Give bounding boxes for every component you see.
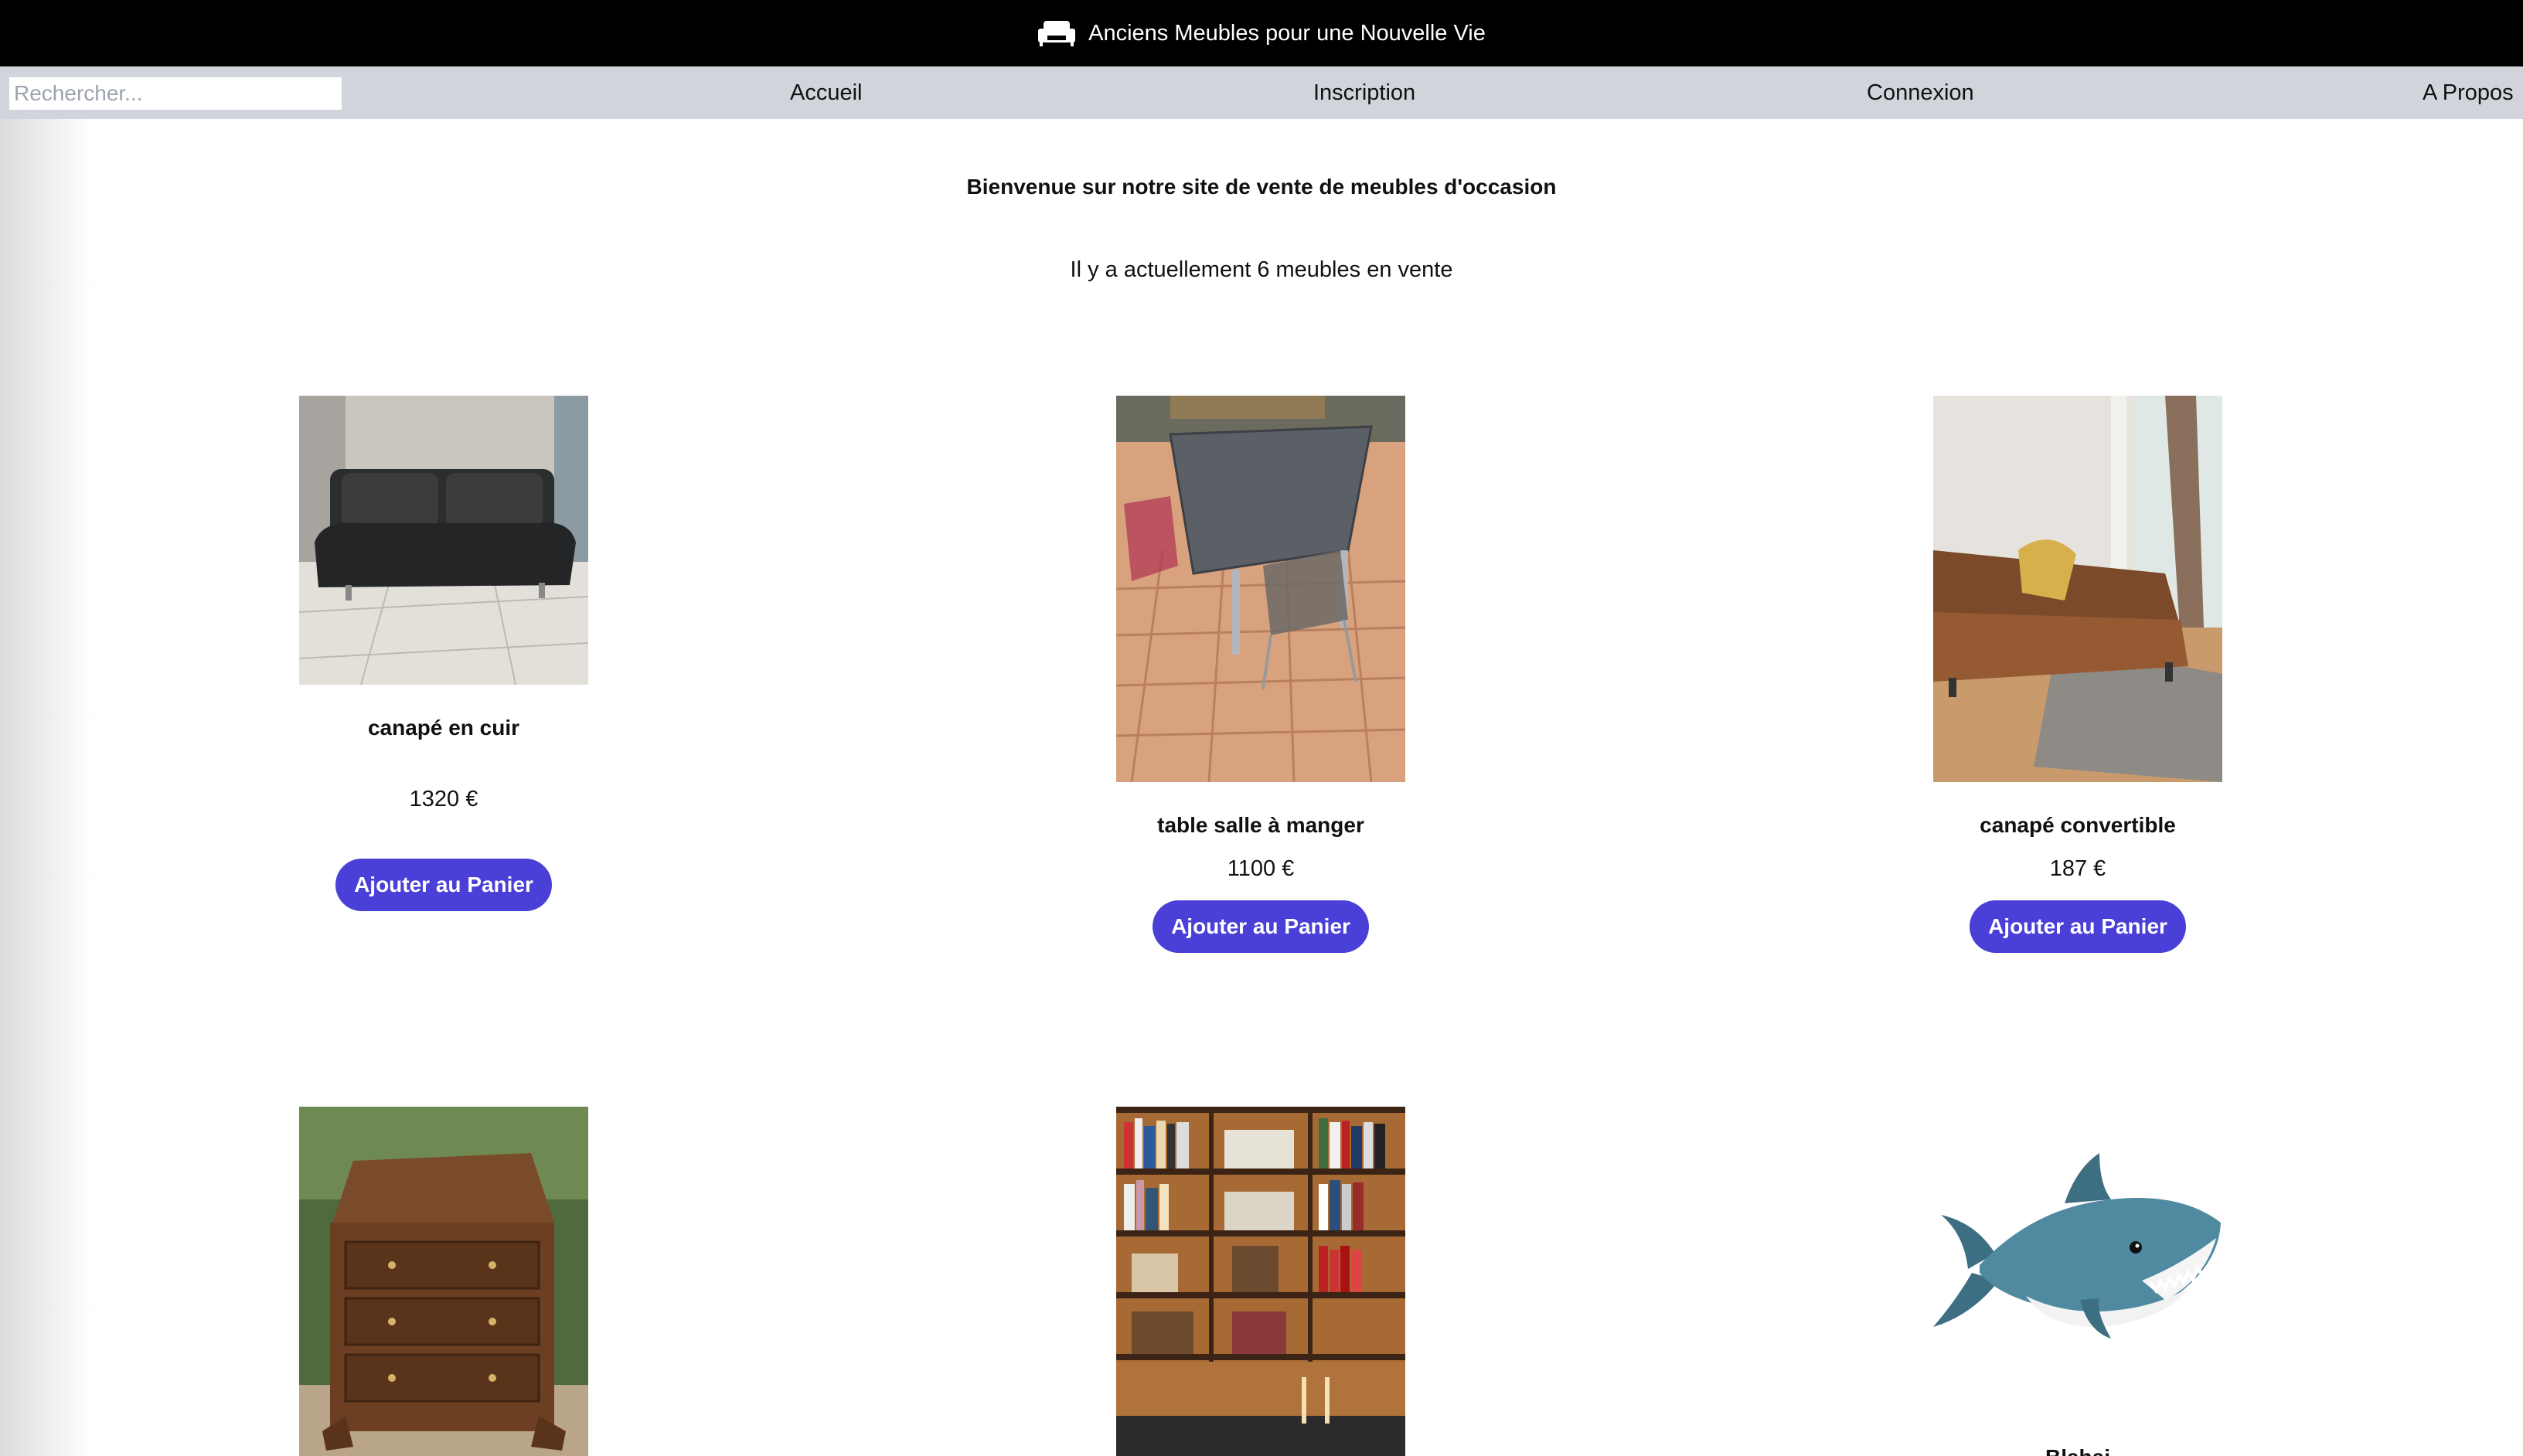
product-card bbox=[1044, 1107, 1477, 1456]
nav-link-accueil[interactable]: Accueil bbox=[790, 66, 863, 119]
site-title: Anciens Meubles pour une Nouvelle Vie bbox=[1088, 20, 1486, 46]
product-image-dining-table[interactable] bbox=[1116, 396, 1405, 782]
product-name: canapé en cuir bbox=[367, 716, 520, 740]
product-card: canapé en cuir 1320 € Ajouter au Panier bbox=[227, 396, 660, 911]
product-price: 1320 € bbox=[409, 787, 478, 811]
product-name: table salle à manger bbox=[1157, 813, 1364, 837]
page: Anciens Meubles pour une Nouvelle Vie Ac… bbox=[0, 0, 2523, 1456]
add-to-cart-button[interactable]: Ajouter au Panier bbox=[335, 859, 552, 911]
nav-link-connexion[interactable]: Connexion bbox=[1867, 66, 1974, 119]
product-name: canapé convertible bbox=[1980, 813, 2176, 837]
product-image-shark-plush[interactable] bbox=[1933, 1107, 2222, 1400]
nav-link-inscription[interactable]: Inscription bbox=[1313, 66, 1415, 119]
search-input[interactable] bbox=[9, 77, 342, 110]
site-header: Anciens Meubles pour une Nouvelle Vie bbox=[0, 0, 2523, 66]
nav-link-a-propos[interactable]: A Propos bbox=[2423, 66, 2514, 119]
product-price: 1100 € bbox=[1227, 856, 1295, 881]
welcome-heading: Bienvenue sur notre site de vente de meu… bbox=[966, 175, 1557, 199]
product-card: Blahaj bbox=[1861, 1107, 2294, 1456]
product-image-wooden-secretary-desk[interactable] bbox=[299, 1107, 588, 1456]
product-name: Blahaj bbox=[1861, 1445, 2294, 1456]
product-card: table salle à manger 1100 € Ajouter au P… bbox=[1044, 396, 1477, 953]
product-count-text: Il y a actuellement 6 meubles en vente bbox=[1070, 257, 1453, 282]
add-to-cart-button[interactable]: Ajouter au Panier bbox=[1153, 900, 1369, 953]
product-image-black-leather-sofa[interactable] bbox=[299, 396, 588, 685]
nav-bar: Accueil Inscription Connexion A Propos bbox=[0, 66, 2523, 119]
product-image-bookshelf[interactable] bbox=[1116, 1107, 1405, 1456]
product-card bbox=[227, 1107, 660, 1456]
product-image-brown-sofa-bed[interactable] bbox=[1933, 396, 2222, 782]
sofa-icon bbox=[1037, 19, 1076, 47]
product-card: canapé convertible 187 € Ajouter au Pani… bbox=[1861, 396, 2294, 953]
product-price: 187 € bbox=[2049, 856, 2106, 881]
add-to-cart-button[interactable]: Ajouter au Panier bbox=[1970, 900, 2186, 953]
